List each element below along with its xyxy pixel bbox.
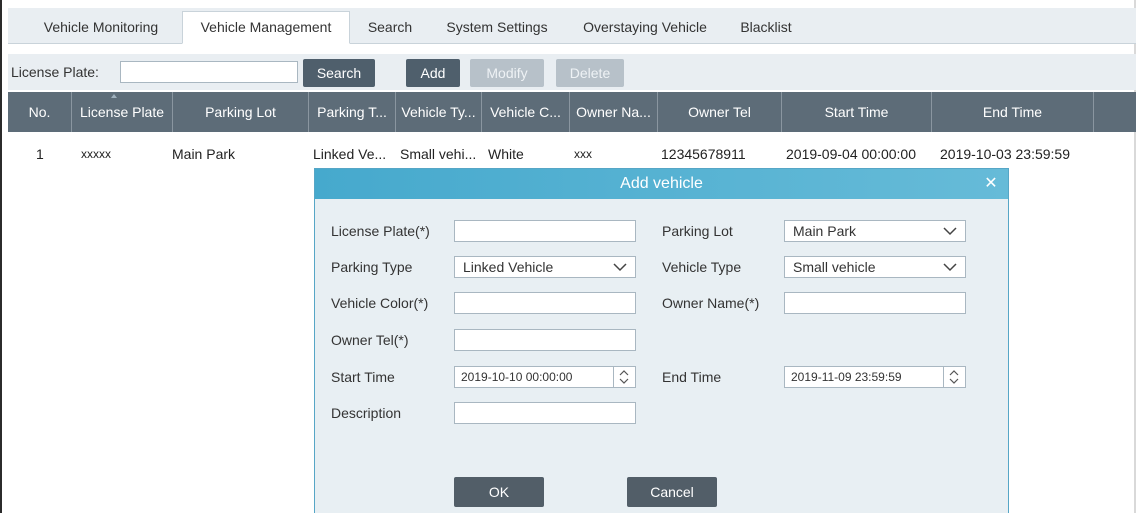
start-time-spinner[interactable] <box>613 367 635 387</box>
table-header: No. License Plate Parking Lot Parking T.… <box>8 92 1136 132</box>
column-header-end-time[interactable]: End Time <box>932 92 1094 132</box>
owner-tel-label: Owner Tel(*) <box>331 332 409 348</box>
license-plate-search-label: License Plate: <box>11 64 99 80</box>
vehicle-color-label: Vehicle Color(*) <box>331 295 429 311</box>
vehicle-type-label: Vehicle Type <box>662 259 742 275</box>
end-time-value: 2019-11-09 23:59:59 <box>791 370 902 384</box>
column-header-vehicle-color[interactable]: Vehicle C... <box>482 92 570 132</box>
spin-up-icon[interactable] <box>949 370 959 376</box>
tab-blacklist[interactable]: Blacklist <box>728 12 804 42</box>
column-header-vehicle-type[interactable]: Vehicle Ty... <box>396 92 482 132</box>
column-header-no[interactable]: No. <box>8 92 72 132</box>
parking-lot-label: Parking Lot <box>662 223 733 239</box>
table-row[interactable]: 1 xxxxx Main Park Linked Ve... Small veh… <box>8 140 1136 168</box>
spin-down-icon[interactable] <box>949 378 959 384</box>
cell-parking-type: Linked Ve... <box>313 146 387 162</box>
parking-lot-select[interactable]: Main Park <box>784 220 966 242</box>
license-plate-input[interactable] <box>454 220 636 242</box>
start-time-value: 2019-10-10 00:00:00 <box>461 370 573 384</box>
cell-end-time: 2019-10-03 23:59:59 <box>940 146 1070 162</box>
sort-indicator-icon <box>111 94 117 98</box>
modify-button[interactable]: Modify <box>470 59 544 87</box>
column-header-parking-lot[interactable]: Parking Lot <box>173 92 309 132</box>
license-plate-search-input[interactable] <box>120 61 298 83</box>
vehicle-type-value: Small vehicle <box>793 259 876 275</box>
owner-name-input[interactable] <box>784 292 966 314</box>
spin-up-icon[interactable] <box>619 370 629 376</box>
description-label: Description <box>331 405 402 421</box>
tab-overstaying-vehicle[interactable]: Overstaying Vehicle <box>572 12 718 42</box>
start-time-input[interactable]: 2019-10-10 00:00:00 <box>454 366 636 388</box>
close-icon[interactable]: ✕ <box>979 172 1003 196</box>
vehicle-type-select[interactable]: Small vehicle <box>784 256 966 278</box>
column-header-license-plate[interactable]: License Plate <box>72 92 173 132</box>
chevron-down-icon <box>613 263 627 272</box>
tab-bar: Vehicle Monitoring Vehicle Management Se… <box>8 8 1136 44</box>
column-header-owner-tel[interactable]: Owner Tel <box>658 92 782 132</box>
parking-type-value: Linked Vehicle <box>463 259 554 275</box>
end-time-label: End Time <box>662 369 722 385</box>
tab-vehicle-management[interactable]: Vehicle Management <box>182 11 350 44</box>
tab-vehicle-monitoring[interactable]: Vehicle Monitoring <box>26 12 176 42</box>
ok-button[interactable]: OK <box>454 477 544 507</box>
parking-type-label: Parking Type <box>331 259 413 275</box>
license-plate-label: License Plate(*) <box>331 223 430 239</box>
cell-no: 1 <box>36 146 44 162</box>
cell-parking-lot: Main Park <box>172 146 236 162</box>
delete-button[interactable]: Delete <box>556 59 624 87</box>
vehicle-color-input[interactable] <box>454 292 636 314</box>
chevron-down-icon <box>943 227 957 236</box>
cell-owner-name: xxx <box>574 147 592 161</box>
tab-search[interactable]: Search <box>358 12 422 42</box>
end-time-input[interactable]: 2019-11-09 23:59:59 <box>784 366 966 388</box>
owner-name-label: Owner Name(*) <box>662 295 760 311</box>
start-time-label: Start Time <box>331 369 395 385</box>
window-border-left <box>0 0 2 513</box>
cell-start-time: 2019-09-04 00:00:00 <box>786 146 916 162</box>
tab-system-settings[interactable]: System Settings <box>434 12 560 42</box>
cell-license-plate: xxxxx <box>81 147 111 161</box>
search-toolbar: License Plate: Search Add Modify Delete <box>8 54 1136 90</box>
cell-owner-tel: 12345678911 <box>661 146 746 162</box>
add-vehicle-dialog: Add vehicle ✕ License Plate(*) Parking L… <box>314 168 1009 513</box>
cell-vehicle-color: White <box>488 146 524 162</box>
cell-vehicle-type: Small vehi... <box>400 146 477 162</box>
column-header-owner-name[interactable]: Owner Na... <box>570 92 658 132</box>
spin-down-icon[interactable] <box>619 378 629 384</box>
owner-tel-input[interactable] <box>454 329 636 351</box>
column-header-start-time[interactable]: Start Time <box>782 92 932 132</box>
dialog-title: Add vehicle <box>620 175 703 192</box>
column-header-parking-type[interactable]: Parking T... <box>309 92 396 132</box>
parking-lot-value: Main Park <box>793 223 857 239</box>
search-button[interactable]: Search <box>303 59 375 87</box>
add-button[interactable]: Add <box>406 59 460 87</box>
parking-type-select[interactable]: Linked Vehicle <box>454 256 636 278</box>
description-input[interactable] <box>454 402 636 424</box>
cancel-button[interactable]: Cancel <box>627 477 717 507</box>
end-time-spinner[interactable] <box>943 367 965 387</box>
chevron-down-icon <box>943 263 957 272</box>
